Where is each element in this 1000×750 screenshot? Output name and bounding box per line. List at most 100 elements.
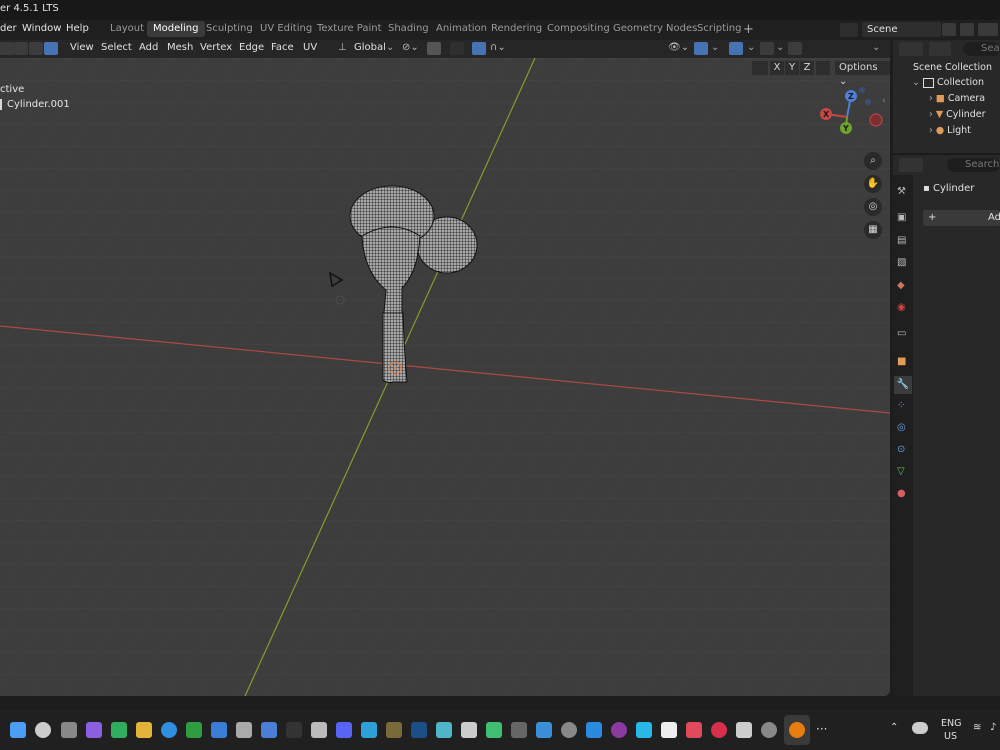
output-tab-icon[interactable]: ▤ bbox=[897, 235, 906, 246]
menu-uv[interactable]: UV bbox=[303, 42, 317, 53]
app-icon-10[interactable] bbox=[561, 722, 577, 738]
app-icon-7[interactable] bbox=[486, 722, 502, 738]
axis-x-toggle[interactable]: X bbox=[770, 61, 784, 75]
outliner-item-light[interactable]: › ● Light bbox=[929, 125, 971, 136]
app-icon-12[interactable] bbox=[611, 722, 627, 738]
overlay-toggle-icon[interactable] bbox=[729, 42, 743, 55]
3d-viewport[interactable]: Z X Y ctive Cylinder.001 X Y Z Options ⌄… bbox=[0, 58, 890, 696]
collection-row[interactable]: ⌄ Collection bbox=[912, 77, 984, 88]
axis-y-toggle[interactable]: Y bbox=[785, 61, 799, 75]
xbox-icon[interactable] bbox=[111, 722, 127, 738]
add-workspace-icon[interactable]: + bbox=[743, 22, 754, 37]
app-icon-5[interactable] bbox=[436, 722, 452, 738]
outliner-item-cylinder[interactable]: › ▼ Cylinder bbox=[929, 109, 986, 120]
mesh-edit-overlay-icon[interactable] bbox=[760, 42, 774, 55]
vertex-select-icon[interactable] bbox=[0, 42, 14, 55]
gizmo-dropdown-icon[interactable]: ⌄ bbox=[711, 42, 719, 53]
task-view-icon[interactable] bbox=[61, 722, 77, 738]
app-icon-3[interactable] bbox=[311, 722, 327, 738]
snap-icon[interactable] bbox=[427, 42, 441, 55]
outliner-editor-type-icon[interactable] bbox=[899, 42, 923, 56]
menu-select[interactable]: Select bbox=[101, 42, 132, 53]
menu-add[interactable]: Add bbox=[139, 42, 158, 53]
new-scene-icon[interactable] bbox=[942, 23, 956, 36]
pivot-point-icon[interactable]: ⊘⌄ bbox=[402, 42, 419, 53]
topology-mirror-icon[interactable] bbox=[816, 61, 830, 75]
speaker-icon[interactable]: ♪ bbox=[990, 722, 996, 733]
properties-search-input[interactable]: Search bbox=[947, 158, 1000, 172]
menu-window[interactable]: Window bbox=[22, 23, 61, 34]
modifier-tab-icon[interactable]: 🔧 bbox=[894, 376, 912, 394]
menu-render[interactable]: der bbox=[0, 23, 17, 34]
copilot-icon[interactable] bbox=[86, 722, 102, 738]
transform-orientation-dropdown[interactable]: Global bbox=[354, 42, 386, 53]
tab-scripting[interactable]: Scripting bbox=[691, 21, 747, 37]
add-modifier-button[interactable]: + Ad bbox=[923, 210, 1000, 226]
app-icon-18[interactable] bbox=[761, 722, 777, 738]
overlay-dropdown-icon[interactable]: ⌄ bbox=[747, 42, 755, 53]
tab-modeling[interactable]: Modeling bbox=[147, 21, 205, 37]
perspective-grid-icon[interactable]: ▦ bbox=[864, 221, 882, 239]
app-icon-9[interactable] bbox=[536, 722, 552, 738]
tab-texture-paint[interactable]: Texture Paint bbox=[311, 21, 388, 37]
tab-compositing[interactable]: Compositing bbox=[541, 21, 616, 37]
visibility-icon[interactable]: 👁⌄ bbox=[668, 42, 689, 53]
app-icon-11[interactable] bbox=[586, 722, 602, 738]
render-tab-icon[interactable]: ▣ bbox=[897, 212, 906, 223]
face-select-icon[interactable] bbox=[29, 42, 43, 55]
viewport-canvas[interactable]: Z X Y bbox=[0, 58, 890, 696]
more-apps-icon[interactable]: ··· bbox=[816, 722, 827, 736]
mesh-overlay-dropdown-icon[interactable]: ⌄ bbox=[776, 42, 784, 53]
epic-games-icon[interactable] bbox=[286, 722, 302, 738]
gizmo-toggle-icon[interactable] bbox=[694, 42, 708, 55]
store-icon[interactable] bbox=[211, 722, 227, 738]
data-tab-icon[interactable]: ▽ bbox=[897, 466, 905, 477]
show-hidden-icons[interactable]: ⌃ bbox=[890, 722, 898, 733]
app-icon-13[interactable] bbox=[636, 722, 652, 738]
tab-geometry-nodes[interactable]: Geometry Nodes bbox=[607, 21, 703, 37]
collection-tab-icon[interactable]: ▭ bbox=[897, 328, 906, 339]
delete-scene-icon[interactable] bbox=[960, 23, 974, 36]
xray-toggle-icon[interactable] bbox=[44, 42, 58, 55]
menu-mesh[interactable]: Mesh bbox=[167, 42, 193, 53]
app-icon-1[interactable] bbox=[236, 722, 252, 738]
camera-view-icon[interactable]: ◎ bbox=[864, 198, 882, 216]
outliner-search-input[interactable]: Sea bbox=[963, 42, 1000, 56]
chevron-down-icon[interactable]: ⌄ bbox=[386, 42, 394, 53]
onedrive-icon[interactable] bbox=[912, 722, 928, 734]
options-dropdown[interactable]: Options ⌄ bbox=[835, 61, 890, 87]
file-explorer-icon[interactable] bbox=[136, 722, 152, 738]
shading-dropdown-icon[interactable]: ⌄ bbox=[872, 42, 880, 53]
constraints-tab-icon[interactable]: ⊙ bbox=[897, 444, 905, 455]
edge-select-icon[interactable] bbox=[14, 42, 28, 55]
axis-z-toggle[interactable]: Z bbox=[800, 61, 814, 75]
scene-collection-row[interactable]: Scene Collection bbox=[913, 62, 992, 73]
display-mode-icon[interactable] bbox=[929, 42, 951, 56]
app-icon-15[interactable] bbox=[686, 722, 702, 738]
scene-selector-icon[interactable] bbox=[840, 23, 858, 37]
steam-icon[interactable] bbox=[411, 722, 427, 738]
search-icon[interactable] bbox=[35, 722, 51, 738]
tab-layout[interactable]: Layout bbox=[104, 21, 150, 37]
tab-shading[interactable]: Shading bbox=[382, 21, 435, 37]
particles-tab-icon[interactable]: ⁘ bbox=[897, 400, 905, 411]
app-icon-6[interactable] bbox=[461, 722, 477, 738]
tab-rendering[interactable]: Rendering bbox=[485, 21, 548, 37]
tab-sculpting[interactable]: Sculpting bbox=[200, 21, 259, 37]
pan-hand-icon[interactable]: ✋ bbox=[864, 175, 882, 193]
app-icon-14[interactable] bbox=[661, 722, 677, 738]
falloff-icon[interactable]: ∩⌄ bbox=[490, 42, 506, 53]
snap-target-icon[interactable] bbox=[450, 42, 464, 55]
menu-face[interactable]: Face bbox=[271, 42, 294, 53]
edge-browser-icon[interactable] bbox=[161, 722, 177, 738]
blender-taskbar-active[interactable] bbox=[784, 715, 810, 745]
outliner-item-camera[interactable]: › ■ Camera bbox=[929, 93, 985, 104]
view-layer-icon[interactable] bbox=[978, 23, 998, 36]
wifi-icon[interactable]: ≋ bbox=[973, 722, 981, 733]
app-icon-8[interactable] bbox=[511, 722, 527, 738]
zoom-icon[interactable]: ⌕ bbox=[864, 152, 882, 170]
menu-view[interactable]: View bbox=[70, 42, 94, 53]
material-tab-icon[interactable]: ● bbox=[897, 488, 906, 499]
app-icon-17[interactable] bbox=[736, 722, 752, 738]
minecraft-icon[interactable] bbox=[386, 722, 402, 738]
